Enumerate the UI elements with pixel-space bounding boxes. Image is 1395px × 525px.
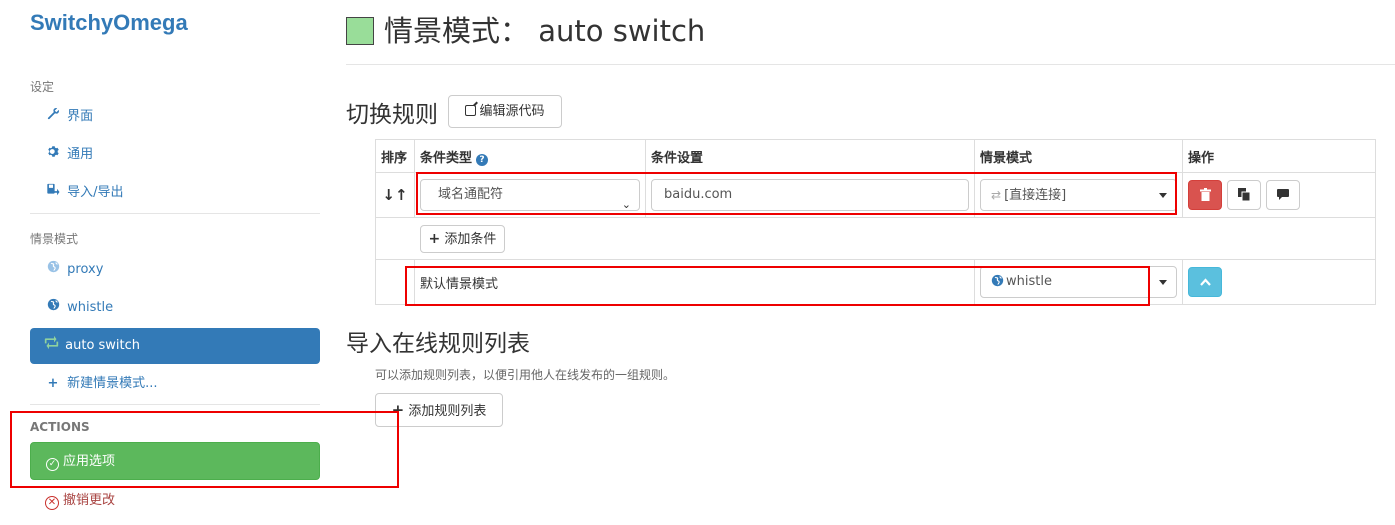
new-profile-link[interactable]: + 新建情景模式... xyxy=(30,366,320,402)
profile-color-swatch[interactable] xyxy=(346,17,374,45)
actions-cell xyxy=(1182,172,1376,218)
gear-icon xyxy=(45,137,61,173)
move-up-button[interactable] xyxy=(1188,267,1222,297)
sidebar-item-ui[interactable]: 界面 xyxy=(30,99,320,135)
divider xyxy=(30,213,320,214)
sidebar-item-label: 界面 xyxy=(67,109,94,124)
title-prefix: 情景模式： xyxy=(384,14,530,48)
add-rule-list-label: 添加规则列表 xyxy=(408,404,487,419)
sidebar-item-label: whistle xyxy=(67,300,114,315)
sidebar-item-import-export[interactable]: 导入/导出 xyxy=(30,175,320,211)
plus-icon: + xyxy=(428,230,441,247)
comment-icon xyxy=(1277,189,1289,200)
column-header-profile: 情景模式 xyxy=(974,139,1183,173)
add-condition-row: + 添加条件 xyxy=(375,217,1376,260)
retweet-icon xyxy=(43,328,59,364)
import-help-text: 可以添加规则列表，以便引用他人在线发布的一组规则。 xyxy=(375,368,676,382)
edit-source-label: 编辑源代码 xyxy=(479,104,545,119)
import-section-title: 导入在线规则列表 xyxy=(346,331,530,357)
column-header-condition: 条件设置 xyxy=(645,139,975,173)
globe-icon xyxy=(45,252,61,288)
column-header-sort: 排序 xyxy=(375,139,415,173)
copy-icon xyxy=(1238,188,1251,202)
sidebar-item-auto-switch[interactable]: auto switch xyxy=(30,328,320,364)
default-actions-cell xyxy=(1182,259,1376,305)
brand-title[interactable]: SwitchyOmega xyxy=(30,10,188,36)
sidebar-item-label: 导入/导出 xyxy=(67,185,124,200)
globe-icon xyxy=(45,290,61,326)
column-label: 条件类型 xyxy=(420,150,473,166)
profiles-header: 情景模式 xyxy=(30,232,79,246)
trash-icon xyxy=(1199,188,1211,201)
table-header-row: 排序 条件类型? 条件设置 情景模式 操作 xyxy=(375,139,1376,173)
edit-source-button[interactable]: 编辑源代码 xyxy=(448,95,562,128)
caret-down-icon xyxy=(1159,280,1167,285)
help-icon[interactable]: ? xyxy=(476,153,489,166)
highlight-box xyxy=(416,172,1177,215)
chevron-up-icon xyxy=(1199,277,1211,286)
highlight-box xyxy=(405,266,1150,306)
new-profile-label: 新建情景模式... xyxy=(67,376,158,391)
plus-icon: + xyxy=(47,376,59,391)
sidebar-item-label: auto switch xyxy=(65,338,141,353)
divider xyxy=(30,404,320,405)
sidebar-item-general[interactable]: 通用 xyxy=(30,137,320,173)
sidebar-item-label: proxy xyxy=(67,262,104,277)
delete-rule-button[interactable] xyxy=(1188,180,1222,210)
edit-icon xyxy=(465,101,479,116)
import-export-icon xyxy=(45,175,61,211)
profile-name: auto switch xyxy=(538,14,706,48)
column-header-actions: 操作 xyxy=(1182,139,1376,173)
cancel-circle-icon: ✕ xyxy=(45,496,59,510)
highlight-box xyxy=(10,411,399,488)
rules-section-title: 切换规则 xyxy=(346,102,438,128)
discard-changes-link[interactable]: ✕ 撤销更改 xyxy=(45,489,115,510)
page-title: 情景模式： auto switch xyxy=(346,8,705,50)
add-condition-button[interactable]: + 添加条件 xyxy=(419,224,506,253)
clone-rule-button[interactable] xyxy=(1227,180,1261,210)
sidebar-item-label: 通用 xyxy=(67,147,94,162)
sidebar-item-whistle[interactable]: whistle xyxy=(30,290,320,326)
settings-header: 设定 xyxy=(30,80,55,94)
discard-label: 撤销更改 xyxy=(63,493,116,508)
add-condition-label: 添加条件 xyxy=(444,231,497,247)
column-header-condition-type: 条件类型? xyxy=(414,139,646,173)
wrench-icon xyxy=(45,99,61,135)
comment-rule-button[interactable] xyxy=(1266,180,1300,210)
header-divider xyxy=(346,64,1395,65)
sort-handle[interactable]: ↓↑ xyxy=(375,172,415,218)
sidebar-item-proxy[interactable]: proxy xyxy=(30,252,320,288)
